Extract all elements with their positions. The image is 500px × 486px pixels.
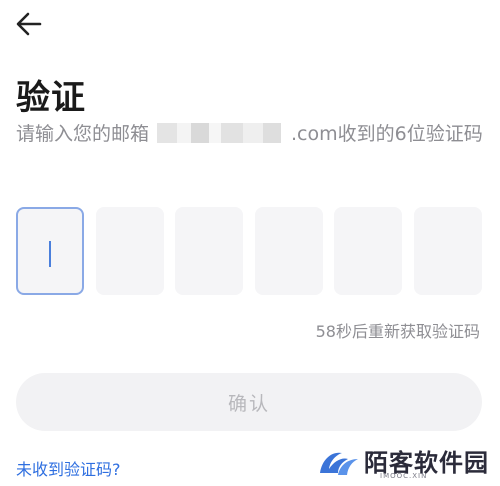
text-caret: [49, 241, 51, 267]
watermark-logo-icon: [320, 452, 358, 475]
instruction-suffix: .com收到的6位验证码: [291, 123, 483, 145]
instruction-prefix: 请输入您的邮箱: [16, 123, 150, 145]
masked-email: [151, 123, 290, 143]
verification-code-input: [16, 207, 482, 295]
code-digit-box-6[interactable]: [413, 207, 482, 295]
watermark-subtext: IMOOC.XIN: [380, 472, 428, 480]
watermark: 陌客软件园 IMOOC.XIN: [316, 441, 496, 485]
code-digit-box-2[interactable]: [95, 207, 164, 295]
code-not-received-link[interactable]: 未收到验证码?: [16, 456, 121, 480]
arrow-left-icon: [16, 12, 42, 36]
back-button[interactable]: [14, 8, 50, 40]
resend-countdown: 58秒后重新获取验证码: [315, 322, 480, 341]
code-digit-box-1[interactable]: [16, 207, 84, 295]
instruction-text: 请输入您的邮箱 .com收到的6位验证码: [16, 120, 486, 149]
verification-page: 验证 请输入您的邮箱 .com收到的6位验证码 58秒后重新获取验证码 确认 未收…: [0, 0, 500, 486]
code-digit-box-4[interactable]: [254, 207, 323, 295]
code-digit-box-3[interactable]: [175, 207, 244, 295]
code-digit-box-5[interactable]: [334, 207, 403, 295]
confirm-button[interactable]: 确认: [16, 373, 482, 431]
page-title: 验证: [16, 78, 86, 118]
